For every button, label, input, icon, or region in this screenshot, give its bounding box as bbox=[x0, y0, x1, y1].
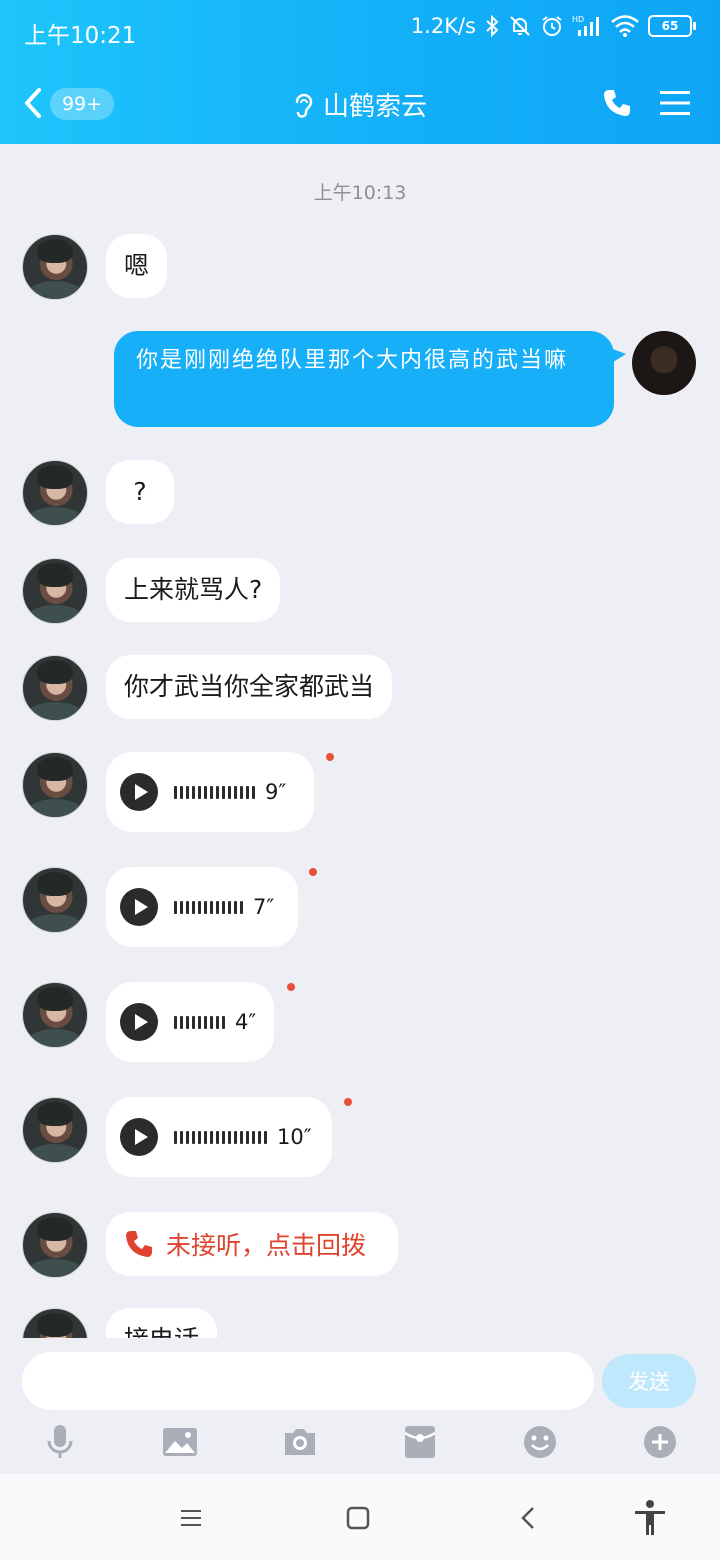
contact-avatar[interactable] bbox=[22, 558, 88, 624]
back-icon[interactable] bbox=[508, 1498, 548, 1538]
waveform-icon bbox=[174, 900, 243, 914]
signal-icon: HD bbox=[572, 15, 599, 36]
status-icons: 1.2K/s HD 65 bbox=[410, 14, 696, 38]
status-time: 上午10:21 bbox=[24, 23, 137, 49]
menu-icon[interactable] bbox=[660, 90, 690, 116]
contact-name: 山鹤索云 bbox=[322, 92, 427, 122]
contact-avatar[interactable] bbox=[22, 1308, 88, 1338]
message-bubble[interactable]: 嗯 bbox=[106, 234, 168, 298]
waveform-icon bbox=[174, 785, 255, 799]
alarm-icon bbox=[542, 16, 562, 36]
message-bubble[interactable]: 你才武当你全家都武当 bbox=[106, 655, 393, 719]
system-nav-bar bbox=[0, 1474, 720, 1560]
self-avatar[interactable] bbox=[632, 331, 696, 395]
accessibility-icon[interactable] bbox=[630, 1498, 670, 1538]
battery-icon: 65 bbox=[648, 15, 696, 37]
wifi-icon bbox=[611, 15, 639, 37]
voice-message[interactable]: 10″ bbox=[106, 1097, 332, 1177]
contact-avatar[interactable] bbox=[22, 234, 88, 300]
message-bubble[interactable]: 上来就骂人? bbox=[106, 558, 281, 622]
ear-icon bbox=[295, 93, 313, 118]
missed-call-text: 未接听，点击回拨 bbox=[166, 1231, 367, 1260]
play-icon[interactable] bbox=[120, 1003, 158, 1041]
nav-bar: 99+ 山鹤索云 bbox=[0, 64, 720, 144]
image-icon[interactable] bbox=[160, 1422, 200, 1462]
status-bar: 上午10:21 1.2K/s HD 65 bbox=[0, 0, 720, 64]
missed-call-bubble[interactable]: 未接听，点击回拨 bbox=[106, 1212, 398, 1276]
chat-area[interactable]: 上午10:13 嗯 你是刚刚绝绝队里那个大内很高的武当嘛 ? 上来就骂人? 你才… bbox=[0, 144, 720, 1338]
recents-icon[interactable] bbox=[171, 1498, 211, 1538]
camera-icon[interactable] bbox=[280, 1422, 320, 1462]
waveform-icon bbox=[174, 1130, 267, 1144]
voice-message[interactable]: 9″ bbox=[106, 752, 314, 832]
top-bar: 上午10:21 1.2K/s HD 65 99+ 山鹤索云 bbox=[0, 0, 720, 144]
voice-message[interactable]: 4″ bbox=[106, 982, 274, 1062]
red-packet-icon[interactable] bbox=[400, 1422, 440, 1462]
message-bubble[interactable]: 接电话 bbox=[106, 1308, 218, 1338]
contact-avatar[interactable] bbox=[22, 655, 88, 721]
voice-duration: 9″ bbox=[265, 780, 287, 804]
phone-icon bbox=[126, 1231, 152, 1257]
mute-bell-icon bbox=[510, 16, 530, 36]
svg-text:HD: HD bbox=[572, 15, 584, 24]
home-icon[interactable] bbox=[338, 1498, 378, 1538]
contact-avatar[interactable] bbox=[22, 1212, 88, 1278]
contact-avatar[interactable] bbox=[22, 982, 88, 1048]
play-icon[interactable] bbox=[120, 773, 158, 811]
input-bar: 发送 bbox=[0, 1338, 720, 1474]
voice-duration: 4″ bbox=[235, 1010, 257, 1034]
plus-icon[interactable] bbox=[640, 1422, 680, 1462]
contact-avatar[interactable] bbox=[22, 867, 88, 933]
contact-avatar[interactable] bbox=[22, 1097, 88, 1163]
voice-duration: 7″ bbox=[253, 895, 275, 919]
voice-duration: 10″ bbox=[277, 1125, 312, 1149]
message-bubble[interactable]: ? bbox=[106, 460, 174, 524]
net-speed: 1.2K/s bbox=[410, 14, 476, 38]
contact-avatar[interactable] bbox=[22, 752, 88, 818]
voice-message[interactable]: 7″ bbox=[106, 867, 298, 947]
emoji-icon[interactable] bbox=[520, 1422, 560, 1462]
message-bubble-self[interactable]: 你是刚刚绝绝队里那个大内很高的武当嘛 bbox=[114, 331, 614, 427]
message-timestamp: 上午10:13 bbox=[313, 182, 407, 204]
battery-level: 65 bbox=[661, 19, 679, 33]
phone-icon[interactable] bbox=[602, 88, 632, 118]
microphone-icon[interactable] bbox=[40, 1422, 80, 1462]
bluetooth-icon bbox=[486, 14, 499, 38]
contact-avatar[interactable] bbox=[22, 460, 88, 526]
play-icon[interactable] bbox=[120, 1118, 158, 1156]
message-input[interactable] bbox=[22, 1352, 594, 1410]
waveform-icon bbox=[174, 1015, 225, 1029]
play-icon[interactable] bbox=[120, 888, 158, 926]
send-button[interactable]: 发送 bbox=[602, 1354, 696, 1408]
